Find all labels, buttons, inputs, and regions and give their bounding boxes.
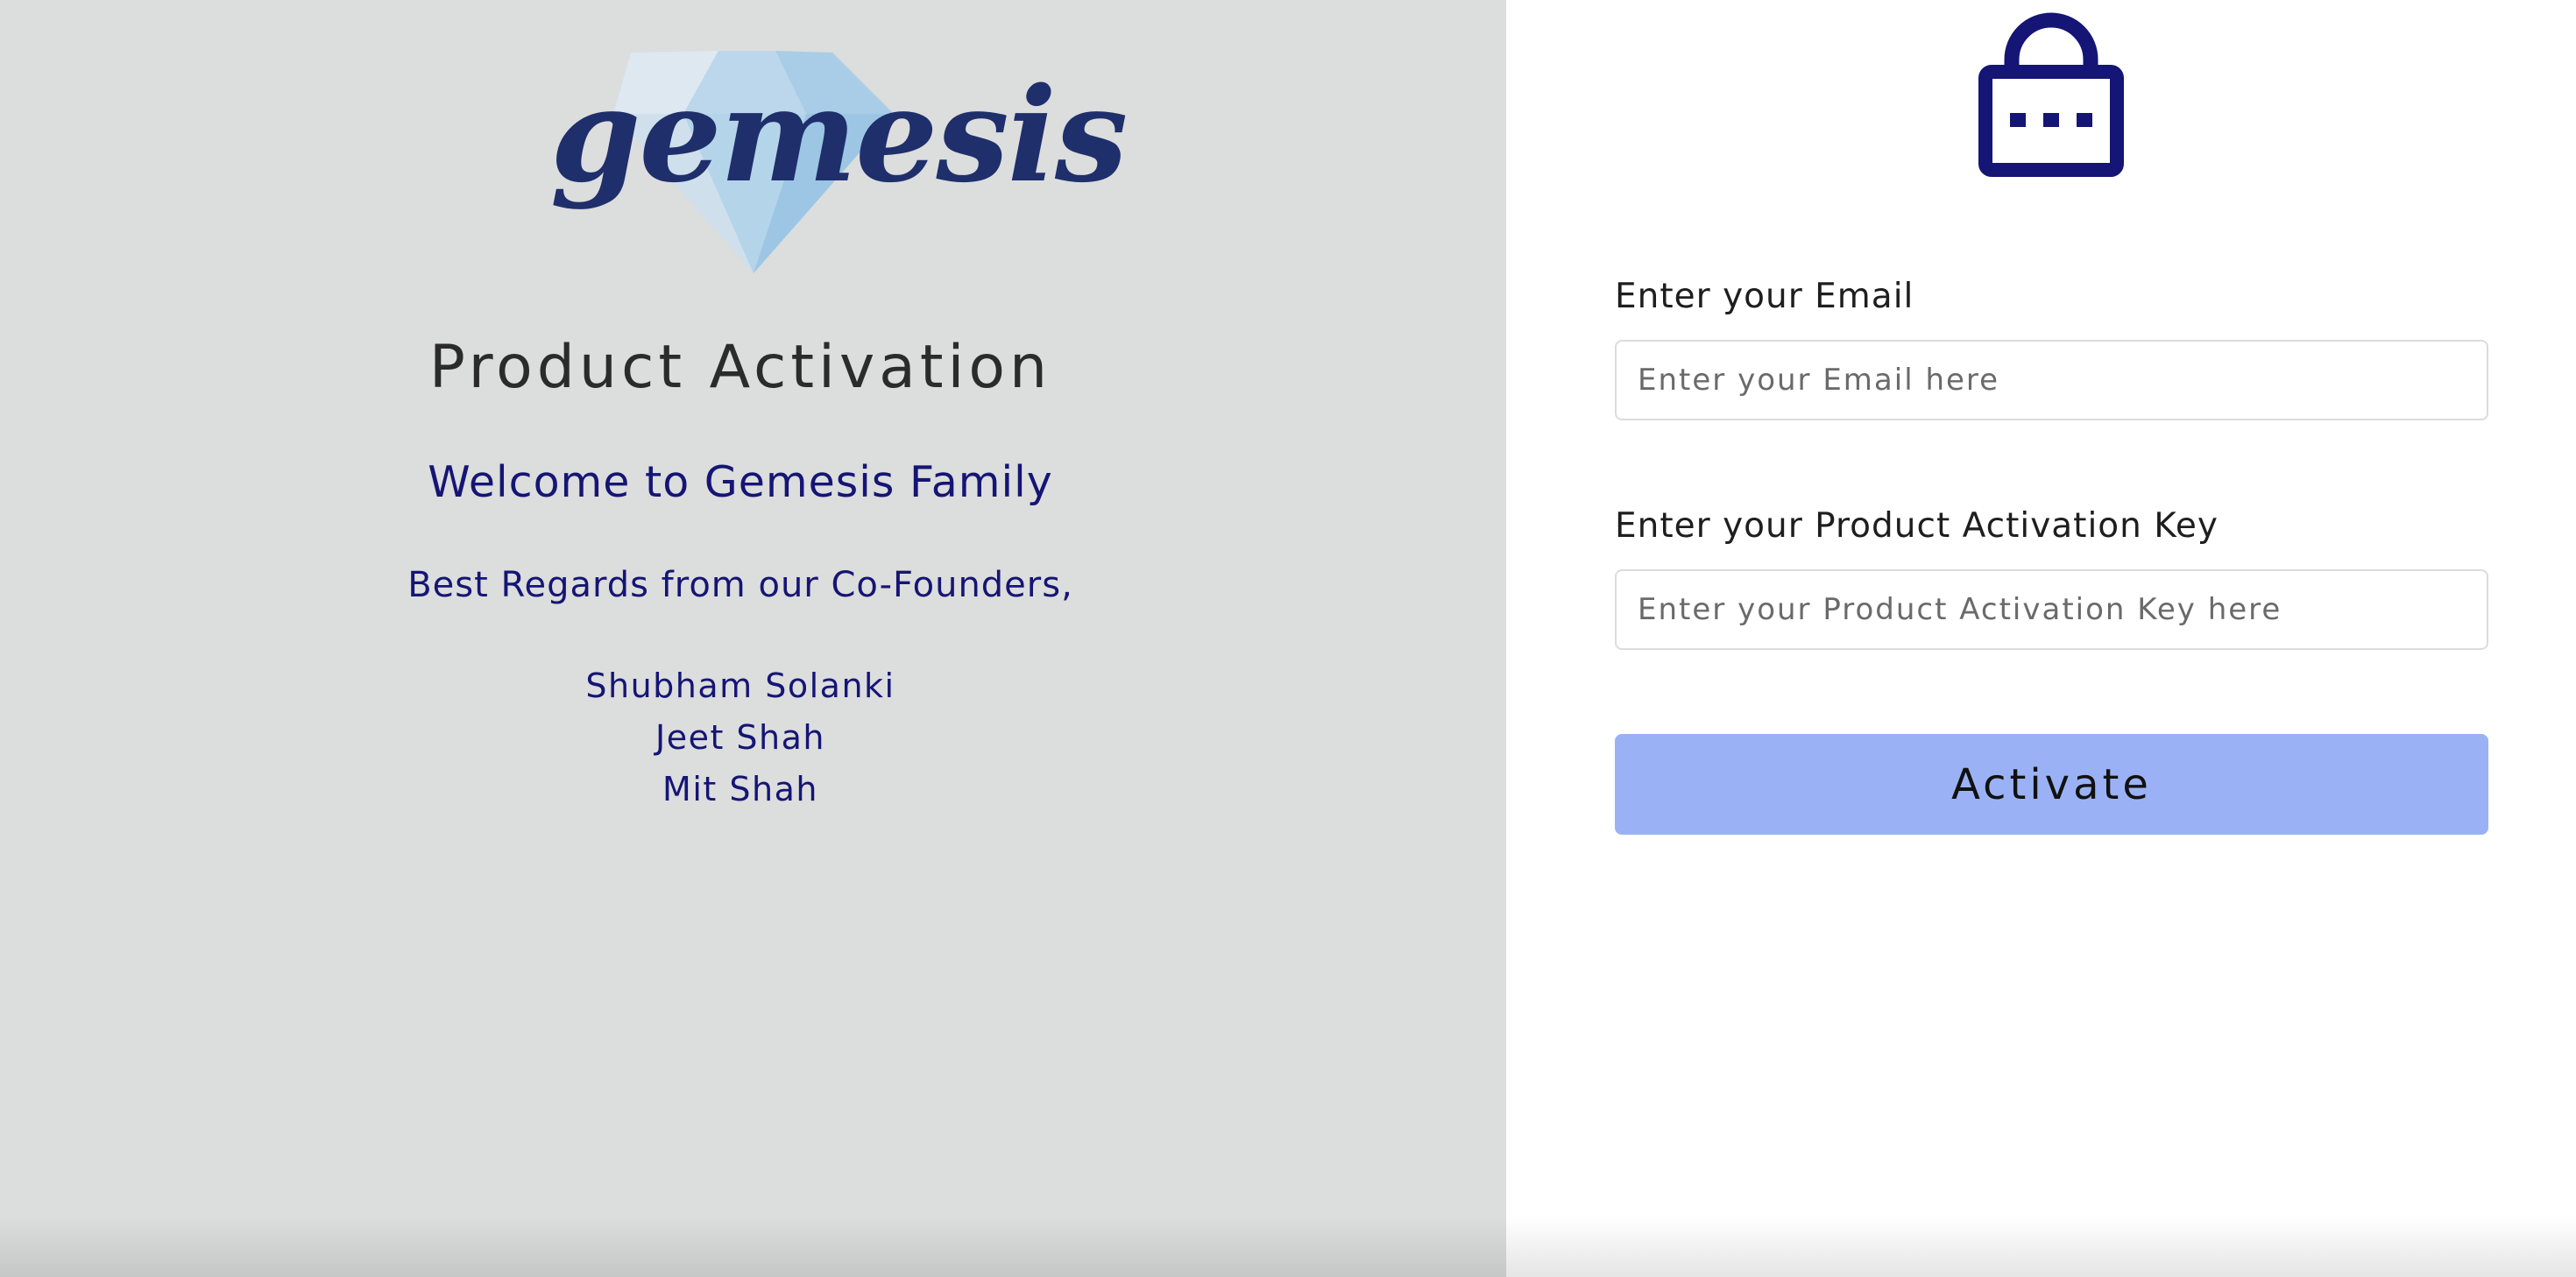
logo-wordmark: gemesis	[550, 59, 1128, 211]
founder-name: Jeet Shah	[655, 718, 826, 757]
welcome-text: Welcome to Gemesis Family	[428, 457, 1053, 507]
regards-text: Best Regards from our Co-Founders,	[407, 565, 1073, 605]
gemesis-logo: gemesis	[543, 35, 1128, 280]
email-label: Enter your Email	[1615, 277, 1914, 316]
founders-list: Shubham Solanki Jeet Shah Mit Shah	[0, 660, 1481, 815]
activation-key-label: Enter your Product Activation Key	[1615, 506, 2219, 546]
email-field[interactable]	[1615, 340, 2488, 420]
founder-name: Shubham Solanki	[585, 667, 895, 705]
activate-button[interactable]: Activate	[1615, 734, 2488, 835]
activation-key-field[interactable]	[1615, 569, 2488, 650]
branding-panel: gemesis Product Activation Welcome to Ge…	[0, 0, 1506, 1277]
lock-icon	[1978, 12, 2124, 177]
activation-form-panel: Enter your Email Enter your Product Acti…	[1506, 0, 2576, 1277]
founder-name: Mit Shah	[662, 770, 818, 808]
page-title: Product Activation	[428, 333, 1052, 402]
